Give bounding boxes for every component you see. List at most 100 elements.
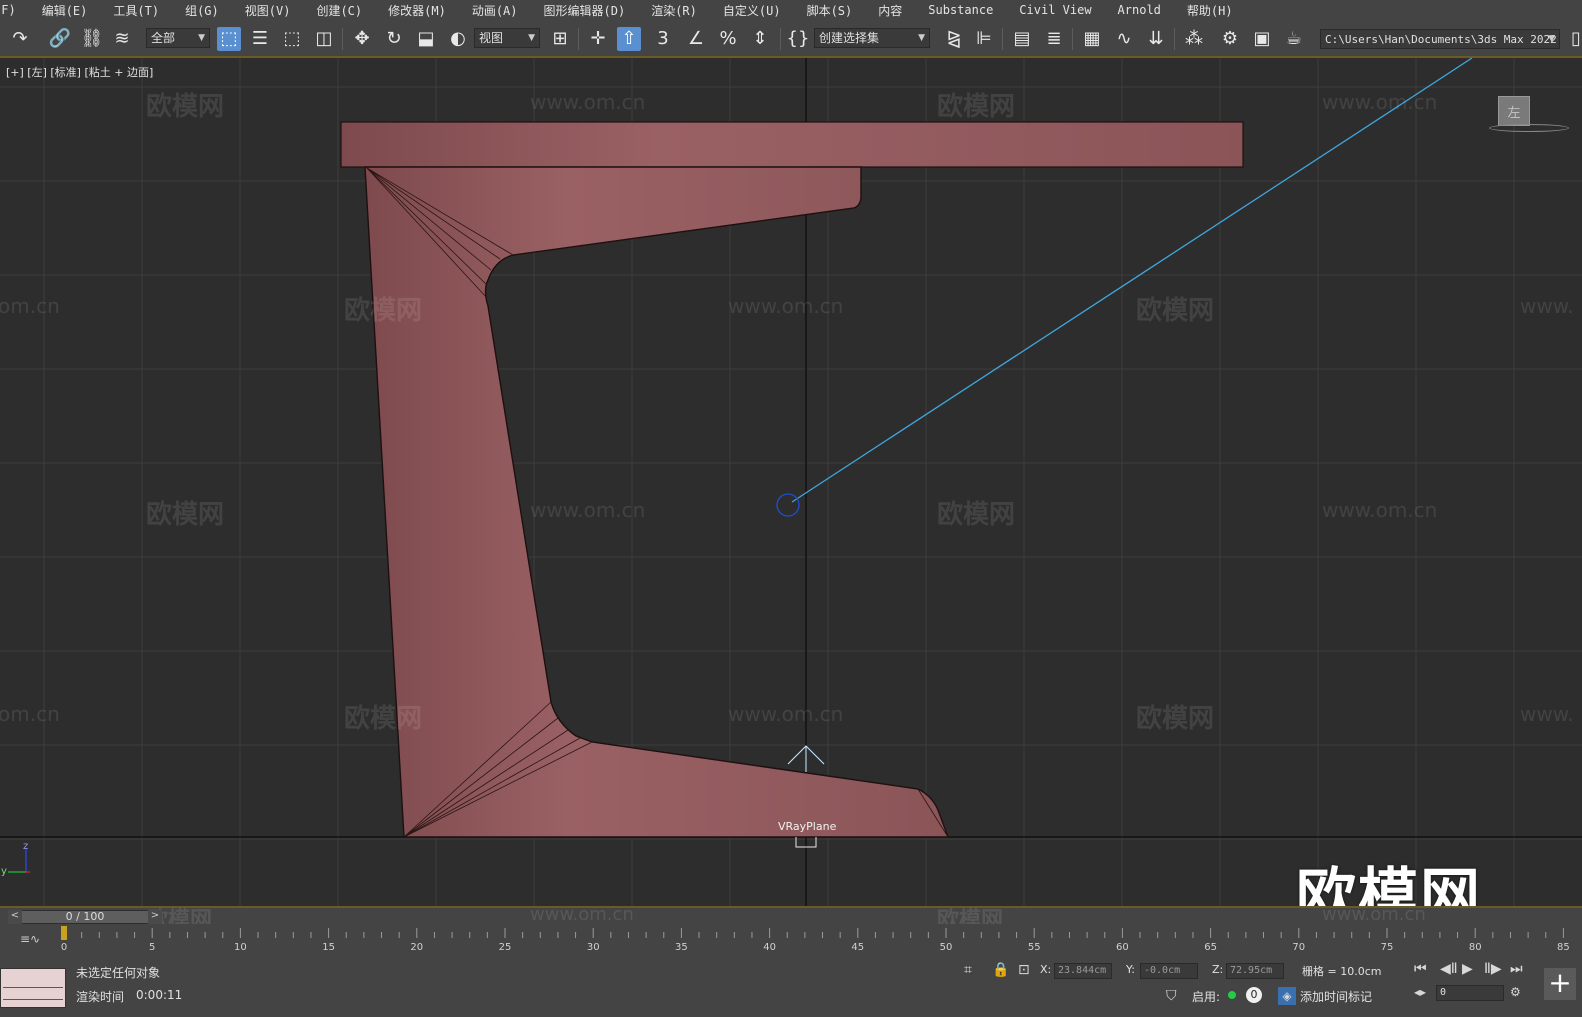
rotate-icon[interactable]: ↻ [382, 27, 406, 51]
scene-explorer-icon[interactable]: ▤ [1010, 27, 1034, 51]
unlink-icon[interactable]: ⛓ [80, 27, 104, 51]
viewcube-compass-ring[interactable] [1489, 124, 1569, 132]
edit-named-selection-icon[interactable]: {} [786, 27, 810, 51]
render-production-icon[interactable]: ☕ [1282, 27, 1306, 51]
toolbar-divider [780, 28, 781, 50]
add-time-tag-button[interactable]: 添加时间标记 [1300, 988, 1372, 1005]
z-coordinate-field[interactable]: 72.95cm [1226, 963, 1284, 979]
named-selection-set-dropdown[interactable]: 创建选择集 ▼ [814, 28, 930, 48]
viewport-navigation-plus-icon[interactable]: + [1544, 968, 1576, 1000]
y-label: Y: [1126, 963, 1135, 976]
absolute-mode-icon[interactable]: ⊡ [1018, 962, 1030, 978]
menu-item[interactable]: 编辑(E) [29, 2, 101, 19]
place-icon[interactable]: ◐ [446, 27, 470, 51]
align-icon[interactable]: ⊫ [972, 27, 996, 51]
menu-item[interactable]: (F) [0, 3, 29, 17]
x-coordinate-field[interactable]: 23.844cm [1054, 963, 1112, 979]
c-frame-mesh[interactable] [364, 166, 950, 838]
select-by-name-icon[interactable]: ☰ [248, 27, 272, 51]
menu-item[interactable]: 创建(C) [303, 2, 375, 19]
spinner-snap-icon[interactable]: ⇕ [748, 27, 772, 51]
scale-icon[interactable]: ⬓ [414, 27, 438, 51]
ruler-tick-label: 55 [1028, 942, 1041, 953]
pivot-center-icon[interactable]: ⊞ [548, 27, 572, 51]
chevron-left-icon[interactable]: < [8, 910, 22, 924]
menu-item[interactable]: 脚本(S) [794, 2, 866, 19]
bind-spacewarp-icon[interactable]: ≋ [110, 27, 134, 51]
watermark-text: 欧模网 [344, 296, 423, 326]
selection-filter-dropdown[interactable]: 全部 ▼ [146, 28, 210, 48]
redo-icon[interactable]: ↷ [8, 27, 32, 51]
go-to-end-icon[interactable]: ⏭ [1510, 961, 1523, 977]
time-config-icon[interactable]: ⚙ [1510, 985, 1521, 999]
next-frame-icon[interactable]: Ⅱ▶ [1484, 961, 1502, 977]
snaps-toggle-icon[interactable]: 3 [651, 27, 675, 51]
menu-item[interactable]: Substance [915, 3, 1006, 17]
reference-coord-dropdown[interactable]: 视图 ▼ [474, 28, 540, 48]
viewport-label-menu[interactable]: [+] [左] [标准] [粘土 + 边面] [6, 64, 153, 80]
curve-editor-icon[interactable]: ∿ [1112, 27, 1136, 51]
select-manipulate-icon[interactable]: ✛ [586, 27, 610, 51]
menu-item[interactable]: 工具(T) [100, 2, 172, 19]
menu-item[interactable]: Arnold [1105, 3, 1174, 17]
toolbar-overflow-icon[interactable]: ▯ [1564, 27, 1582, 51]
percent-snap-icon[interactable]: % [716, 27, 740, 51]
ruler-tick-label: 60 [1116, 942, 1129, 953]
keyboard-shortcut-override-icon[interactable]: ⇧ [617, 27, 641, 51]
watermark-url: www. [1520, 702, 1574, 726]
schematic-view-icon[interactable]: ⇊ [1144, 27, 1168, 51]
track-bar-ruler: 0 5 10 15 20 25 30 35 40 45 50 55 60 65 70 75 80 85 [61, 926, 1570, 953]
previous-frame-icon[interactable]: ◀Ⅱ [1440, 961, 1458, 977]
named-selection-set-value: 创建选择集 [819, 31, 880, 45]
enable-count-badge[interactable]: 0 [1246, 987, 1262, 1003]
menu-item[interactable]: 图形编辑器(D) [531, 2, 639, 19]
select-object-icon[interactable]: ⬚ [217, 27, 241, 51]
play-icon[interactable]: ▶ [1462, 961, 1473, 977]
menu-item[interactable]: 内容 [865, 2, 915, 19]
move-icon[interactable]: ✥ [350, 27, 374, 51]
toolbar-divider [1072, 28, 1073, 50]
key-mode-icon[interactable]: ◂▸ [1414, 985, 1426, 999]
ruler-tick-label: 85 [1557, 942, 1570, 953]
chevron-down-icon: ▼ [1548, 34, 1555, 44]
window-crossing-icon[interactable]: ◫ [312, 27, 336, 51]
project-path-dropdown[interactable]: C:\Users\Han\Documents\3ds Max 2022 ▼ [1320, 29, 1560, 49]
vrayplane-normal-arrow [787, 745, 825, 772]
menu-item[interactable]: 视图(V) [232, 2, 304, 19]
render-setup-icon[interactable]: ⚙ [1218, 27, 1242, 51]
menu-item[interactable]: 帮助(H) [1174, 2, 1246, 19]
current-frame-marker[interactable] [61, 926, 67, 940]
toolbar-divider [1174, 28, 1175, 50]
angle-snap-icon[interactable]: ∠ [684, 27, 708, 51]
track-bar[interactable]: ≡∿ 0 5 10 15 20 25 30 35 40 45 50 55 60 65 70 75 80 85 [0, 924, 1582, 960]
link-icon[interactable]: 🔗 [48, 27, 72, 51]
rendered-frame-window-icon[interactable]: ▣ [1250, 27, 1274, 51]
maxscript-mini-listener[interactable] [0, 968, 66, 1008]
menu-item[interactable]: 渲染(R) [638, 2, 710, 19]
material-editor-icon[interactable]: ⁂ [1182, 27, 1206, 51]
ribbon-toggle-icon[interactable]: ▦ [1080, 27, 1104, 51]
chevron-right-icon[interactable]: > [148, 910, 162, 924]
table-top-mesh[interactable] [340, 121, 1244, 168]
current-frame-field[interactable]: 0 [1436, 985, 1504, 1001]
menu-item[interactable]: 修改器(M) [375, 2, 459, 19]
time-slider[interactable]: < 0 / 100 > [8, 910, 162, 924]
time-tag-icon[interactable]: ◈ [1278, 987, 1296, 1005]
menu-item[interactable]: Civil View [1006, 3, 1104, 17]
left-viewport[interactable]: z y [+] [左] [标准] [粘土 + 边面] 欧模网 www.om.cn… [0, 58, 1582, 906]
light-target-gizmo[interactable] [776, 493, 800, 517]
viewcube[interactable]: 左 [1498, 96, 1530, 126]
mirror-icon[interactable]: ⧎ [942, 27, 966, 51]
layer-explorer-icon[interactable]: ≣ [1042, 27, 1066, 51]
lock-selection-icon[interactable]: 🔒 [992, 962, 1009, 978]
selection-filter-value: 全部 [151, 31, 176, 45]
adaptive-degradation-icon[interactable]: ⛉ [1166, 988, 1177, 1004]
y-coordinate-field[interactable]: -0.0cm [1140, 963, 1198, 979]
rectangular-selection-icon[interactable]: ⬚ [280, 27, 304, 51]
menu-item[interactable]: 动画(A) [459, 2, 531, 19]
watermark-url: www.om.cn [728, 702, 844, 726]
go-to-start-icon[interactable]: ⏮ [1414, 961, 1427, 977]
menu-item[interactable]: 组(G) [172, 2, 232, 19]
menu-item[interactable]: 自定义(U) [710, 2, 794, 19]
isolate-selection-icon[interactable]: ⌗ [964, 962, 972, 978]
